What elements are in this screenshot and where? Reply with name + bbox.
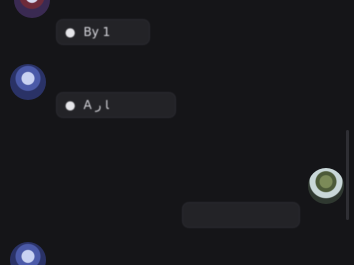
avatar[interactable] — [10, 242, 46, 265]
message-text: By 1 — [83, 25, 111, 39]
message-icon: ● — [65, 98, 76, 112]
avatar[interactable] — [14, 0, 50, 18]
chat-window: ● By 1 ● A ﺎ ﺭ — [0, 0, 354, 265]
message-meta — [56, 246, 62, 262]
scrollbar[interactable] — [346, 130, 349, 220]
system-notice — [72, 142, 78, 158]
message-text: A ﺎ ﺭ — [83, 98, 109, 112]
message-bubble[interactable]: ● By 1 — [56, 19, 150, 45]
message-meta — [56, 0, 62, 8]
message-bubble[interactable] — [182, 202, 300, 228]
message-bubble[interactable]: ● A ﺎ ﺭ — [56, 92, 176, 118]
avatar[interactable] — [10, 64, 46, 100]
message-icon: ● — [65, 25, 76, 39]
message-meta — [186, 172, 192, 188]
avatar[interactable] — [308, 168, 344, 204]
message-meta — [56, 63, 62, 79]
